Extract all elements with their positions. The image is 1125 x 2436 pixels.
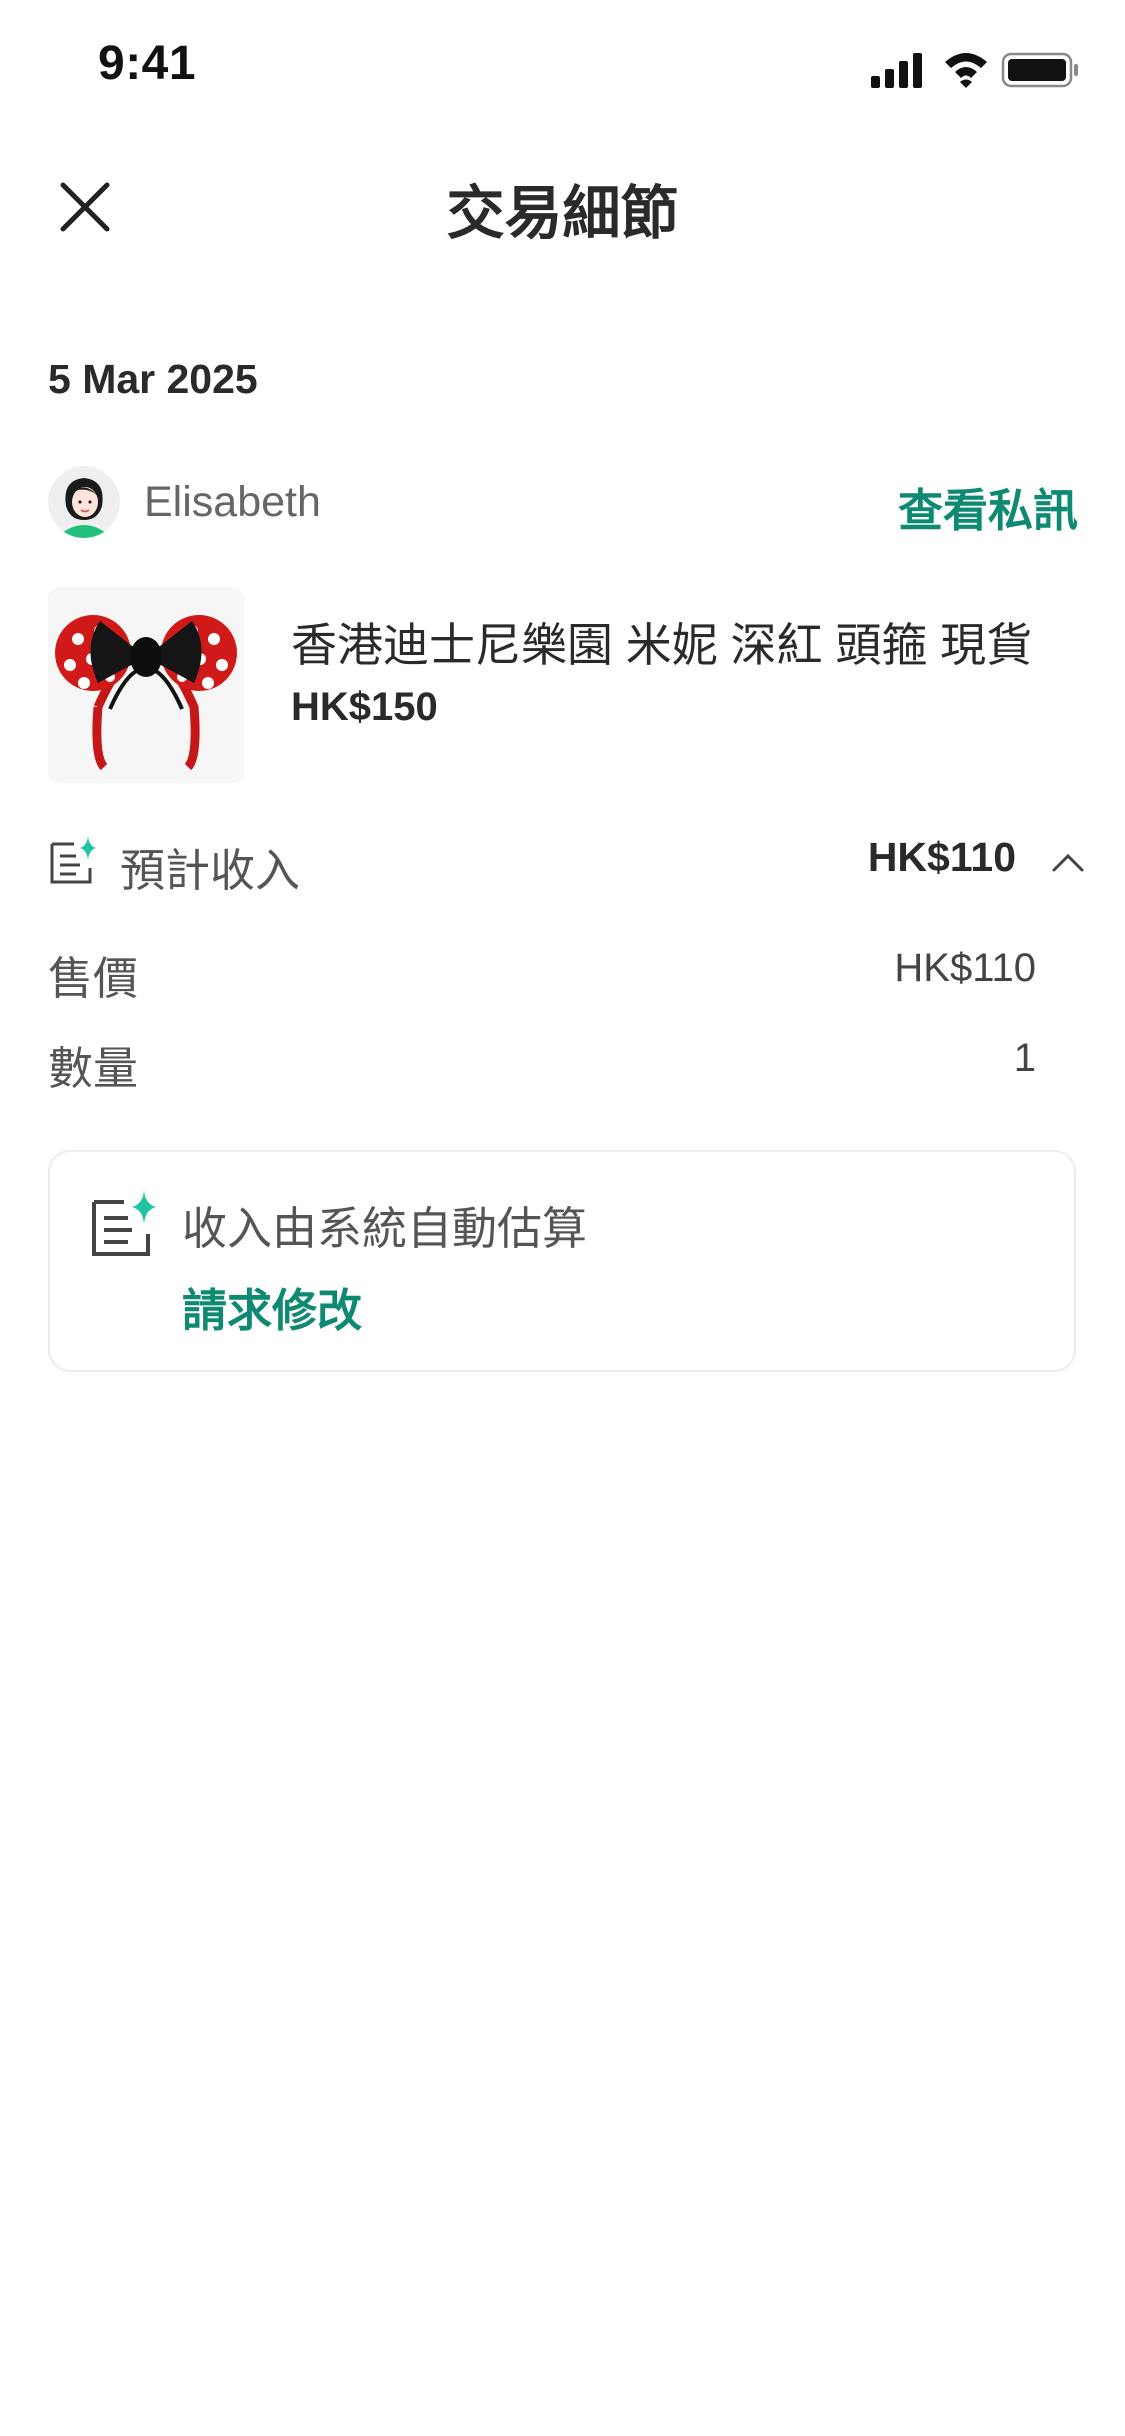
avatar-illustration (48, 466, 120, 538)
chevron-up-icon[interactable] (1048, 846, 1088, 876)
status-bar: 9:41 (0, 0, 1125, 132)
avatar[interactable] (48, 466, 120, 538)
status-time: 9:41 (98, 37, 197, 90)
product-row[interactable]: 香港迪士尼樂園 米妮 深紅 頭箍 現貨 HK$150 (48, 587, 1078, 783)
minnie-headband-image (48, 587, 244, 783)
estimated-income-value: HK$110 (867, 834, 1016, 880)
status-icons (871, 52, 1078, 88)
nav-bar: 交易細節 (0, 132, 1125, 272)
product-title[interactable]: 香港迪士尼樂園 米妮 深紅 頭箍 現貨 (291, 609, 1032, 675)
username[interactable]: Elisabeth (144, 478, 321, 527)
line-item-label: 數量 (48, 1043, 139, 1094)
battery-icon (1001, 52, 1078, 88)
page-title: 交易細節 (446, 181, 679, 246)
line-item-value: 1 (1013, 1036, 1036, 1080)
user-row: Elisabeth 查看私訊 (48, 462, 1078, 542)
income-line-item: 數量 1 (48, 1032, 1036, 1094)
line-item-label: 售價 (48, 953, 139, 1004)
cellular-signal-icon (871, 53, 922, 88)
estimate-document-icon (92, 1190, 156, 1256)
wifi-icon (945, 53, 987, 88)
estimated-income-row[interactable]: 預計收入 HK$110 (48, 826, 1088, 896)
estimated-income-label: 預計收入 (120, 845, 301, 896)
line-item-value: HK$110 (894, 946, 1036, 990)
view-messages-link[interactable]: 查看私訊 (898, 474, 1078, 539)
transaction-date: 5 Mar 2025 (48, 356, 258, 402)
income-line-item: 售價 HK$110 (48, 942, 1036, 1004)
product-image[interactable] (48, 587, 244, 783)
request-change-link[interactable]: 請求修改 (182, 1274, 362, 1339)
product-price: HK$150 (291, 685, 438, 729)
estimate-notice-card: 收入由系統自動估算 請求修改 (48, 1150, 1076, 1372)
notice-text: 收入由系統自動估算 (182, 1203, 588, 1254)
estimate-document-icon (50, 836, 96, 884)
